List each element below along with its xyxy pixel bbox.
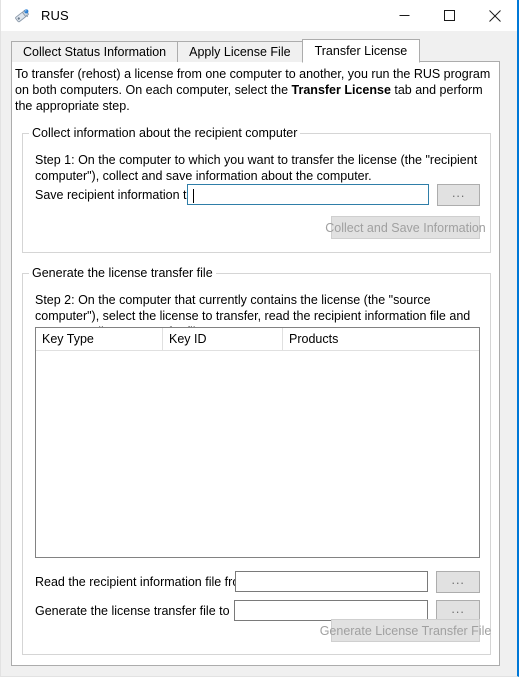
step1-text: Step 1: On the computer to which you wan…: [35, 153, 478, 183]
read-recipient-file-label: Read the recipient information file from: [35, 574, 250, 589]
client-area: Collect Status Information Apply License…: [2, 31, 510, 676]
generate-license-transfer-file-button[interactable]: Generate License Transfer File: [320, 619, 491, 642]
column-header-products[interactable]: Products: [283, 328, 479, 350]
window-controls: [382, 0, 517, 31]
column-header-key-id[interactable]: Key ID: [163, 328, 283, 350]
listview-body[interactable]: [36, 351, 479, 557]
group-generate-transfer-file: Generate the license transfer file Step …: [22, 266, 491, 655]
save-recipient-info-label: Save recipient information to: [35, 187, 194, 202]
license-keys-listview[interactable]: Key Type Key ID Products: [35, 327, 480, 558]
close-button[interactable]: [472, 0, 517, 31]
save-recipient-info-browse-button[interactable]: ...: [437, 183, 480, 206]
read-recipient-file-input[interactable]: [235, 571, 429, 592]
save-recipient-info-input[interactable]: [187, 184, 430, 205]
title-bar: RUS: [1, 0, 517, 31]
read-recipient-file-browse-button[interactable]: ...: [436, 570, 480, 593]
group-collect-recipient-info: Collect information about the recipient …: [22, 126, 491, 253]
generate-transfer-file-input[interactable]: [234, 600, 429, 621]
tab-transfer-license[interactable]: Transfer License: [301, 39, 421, 63]
intro-text: To transfer (rehost) a license from one …: [15, 66, 495, 114]
tab-strip: Collect Status Information Apply License…: [11, 39, 500, 63]
column-header-key-type[interactable]: Key Type: [36, 328, 163, 350]
generate-transfer-file-label: Generate the license transfer file to: [35, 603, 230, 618]
tab-apply-license-file[interactable]: Apply License File: [177, 41, 303, 62]
group2-legend: Generate the license transfer file: [29, 266, 216, 280]
save-recipient-info-row: Save recipient information to ...: [35, 183, 480, 206]
intro-emphasis: Transfer License: [291, 83, 391, 97]
rus-window: RUS Collect Status Information Apply Lic…: [0, 0, 519, 677]
maximize-button[interactable]: [427, 0, 472, 31]
listview-header: Key Type Key ID Products: [36, 328, 479, 351]
minimize-button[interactable]: [382, 0, 427, 31]
collect-and-save-information-button[interactable]: Collect and Save Information: [325, 216, 486, 239]
group1-legend: Collect information about the recipient …: [29, 126, 301, 140]
generate-transfer-file-row: Generate the license transfer file to ..…: [35, 599, 481, 622]
read-recipient-file-row: Read the recipient information file from…: [35, 570, 480, 593]
text-caret: [193, 189, 194, 203]
license-key-icon: [13, 7, 31, 25]
tab-collect-status-information[interactable]: Collect Status Information: [11, 41, 179, 62]
tab-panel-transfer-license: To transfer (rehost) a license from one …: [11, 61, 500, 666]
window-title: RUS: [41, 8, 69, 23]
